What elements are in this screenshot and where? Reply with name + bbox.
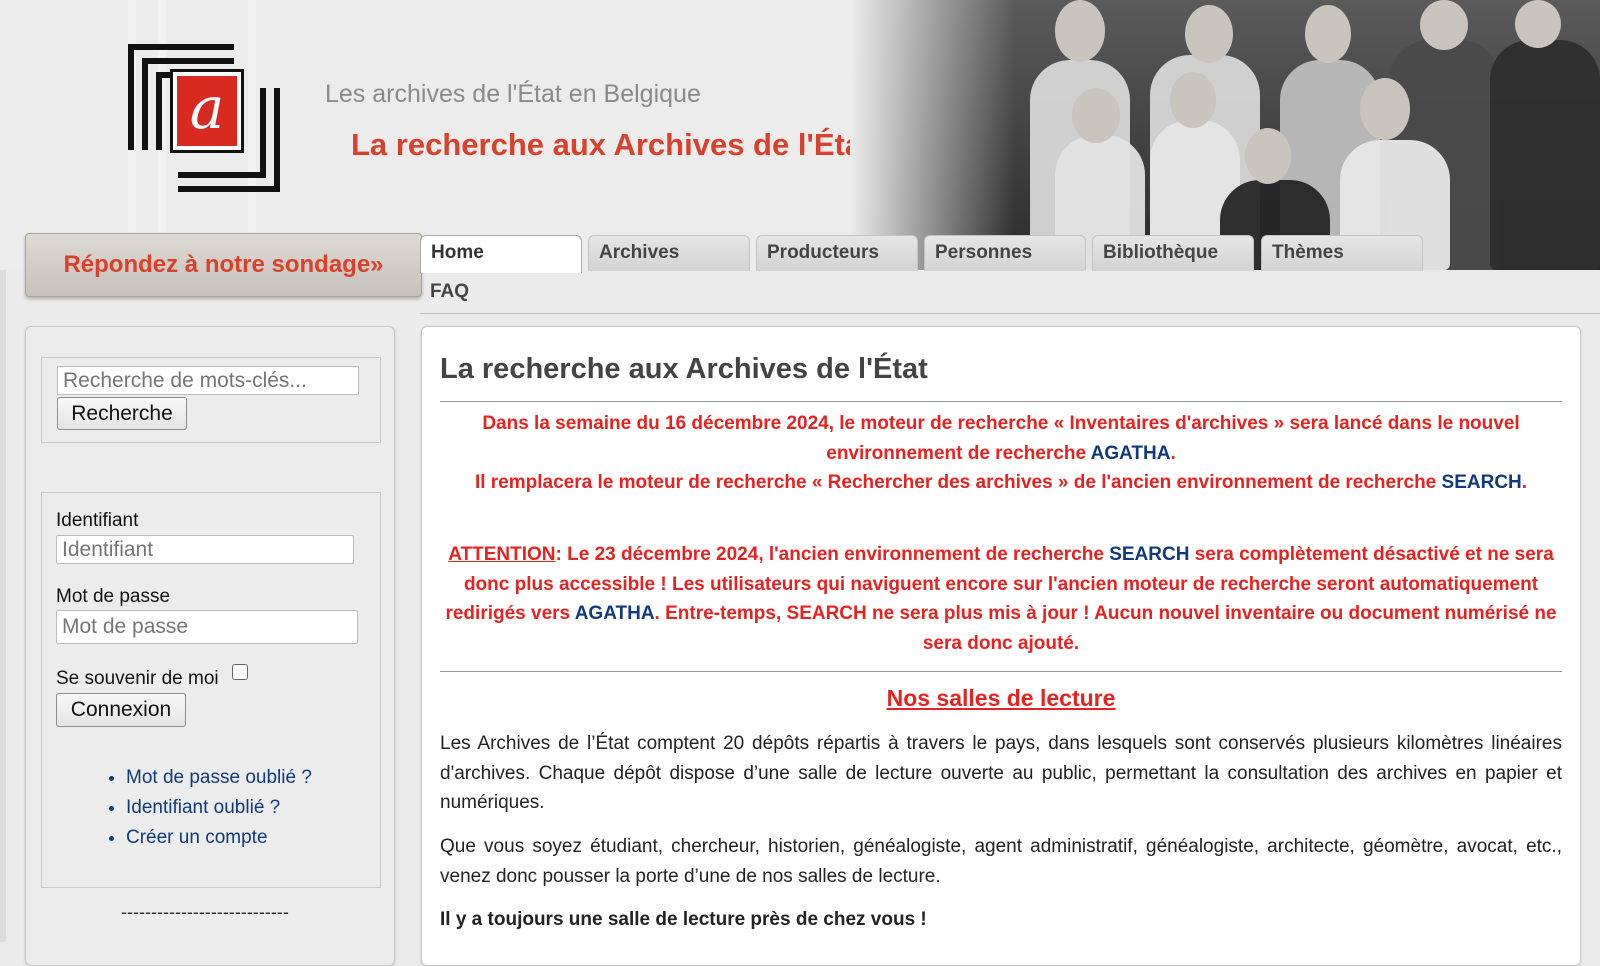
tab-archives[interactable]: Archives	[588, 235, 750, 271]
notice-text: Il remplacera le moteur de recherche « R…	[474, 472, 1442, 493]
site-header: a Les archives de l'État en Belgique La …	[0, 0, 1600, 270]
paragraph: Il y a toujours une salle de lecture prè…	[440, 909, 927, 930]
photo-head	[1360, 78, 1410, 140]
search-link[interactable]: SEARCH	[1109, 544, 1189, 565]
site-subtitle: Les archives de l'État en Belgique	[325, 80, 701, 108]
search-button[interactable]: Recherche	[57, 397, 187, 430]
login-button[interactable]: Connexion	[56, 693, 186, 727]
list-item: Identifiant oublié ?	[126, 793, 312, 823]
photo-head	[1515, 0, 1561, 48]
username-field[interactable]	[56, 535, 354, 564]
username-label: Identifiant	[56, 510, 139, 531]
photo-head	[1245, 128, 1291, 184]
notice-attention: ATTENTION: Le 23 décembre 2024, l'ancien…	[440, 540, 1562, 658]
tab-divider	[420, 313, 1600, 314]
notice-text: Dans la semaine du 16 décembre 2024, le …	[482, 413, 1520, 464]
photo-head	[1185, 5, 1233, 63]
search-input[interactable]	[57, 366, 359, 395]
section-title[interactable]: Nos salles de lecture	[440, 685, 1562, 712]
photo-head	[1055, 0, 1105, 62]
notice-text: : Le 23 décembre 2024, l'ancien environn…	[555, 544, 1110, 565]
attention-label: ATTENTION	[448, 544, 556, 565]
photo-head	[1072, 88, 1120, 143]
forgot-username-link[interactable]: Identifiant oublié ?	[126, 797, 280, 818]
main-nav-tabs: Home Archives Producteurs Personnes Bibl…	[420, 235, 1600, 315]
agatha-link[interactable]: AGATHA	[1091, 443, 1171, 464]
site-logo[interactable]: a	[128, 0, 280, 232]
tab-themes[interactable]: Thèmes	[1261, 235, 1423, 271]
notice-text: . Entre-temps, SEARCH ne sera plus mis à…	[654, 603, 1557, 654]
notice-agatha: Dans la semaine du 16 décembre 2024, le …	[440, 409, 1562, 498]
logo-letter-box: a	[173, 72, 241, 150]
agatha-link[interactable]: AGATHA	[575, 603, 655, 624]
page-title: La recherche aux Archives de l'État	[440, 353, 928, 385]
list-item: Mot de passe oublié ?	[126, 763, 312, 793]
remember-label: Se souvenir de moi	[56, 668, 219, 689]
forgot-password-link[interactable]: Mot de passe oublié ?	[126, 767, 312, 788]
divider	[440, 401, 1562, 402]
account-links: Mot de passe oublié ? Identifiant oublié…	[106, 763, 312, 853]
separator-text: ----------------------------	[121, 902, 289, 922]
survey-button[interactable]: Répondez à notre sondage»	[25, 233, 422, 297]
header-photo	[850, 0, 1600, 270]
tab-producteurs[interactable]: Producteurs	[756, 235, 918, 271]
photo-head	[1420, 0, 1468, 50]
tab-bibliotheque[interactable]: Bibliothèque	[1092, 235, 1254, 271]
tab-personnes[interactable]: Personnes	[924, 235, 1086, 271]
left-sidebar: Recherche Identifiant Mot de passe Se so…	[25, 326, 395, 966]
site-title: La recherche aux Archives de l'État	[351, 127, 873, 162]
list-item: Créer un compte	[126, 823, 312, 853]
logo-letter: a	[189, 74, 225, 142]
main-content: La recherche aux Archives de l'État Dans…	[421, 326, 1581, 966]
photo-head	[1170, 72, 1216, 128]
notice-text: .	[1521, 472, 1528, 493]
divider	[440, 671, 1562, 672]
notice-text: .	[1170, 442, 1176, 464]
tab-faq[interactable]: FAQ	[430, 281, 469, 303]
search-module: Recherche	[41, 357, 381, 443]
paragraph: Les Archives de l’État comptent 20 dépôt…	[440, 733, 1562, 813]
password-field[interactable]	[56, 610, 358, 644]
paragraph: Que vous soyez étudiant, chercheur, hist…	[440, 836, 1562, 887]
tab-home[interactable]: Home	[420, 235, 582, 273]
remember-checkbox[interactable]	[232, 664, 248, 680]
search-link[interactable]: SEARCH	[1442, 472, 1522, 493]
password-label: Mot de passe	[56, 586, 171, 607]
login-module: Identifiant Mot de passe Se souvenir de …	[41, 492, 381, 888]
create-account-link[interactable]: Créer un compte	[126, 827, 268, 848]
photo-head	[1305, 5, 1351, 63]
